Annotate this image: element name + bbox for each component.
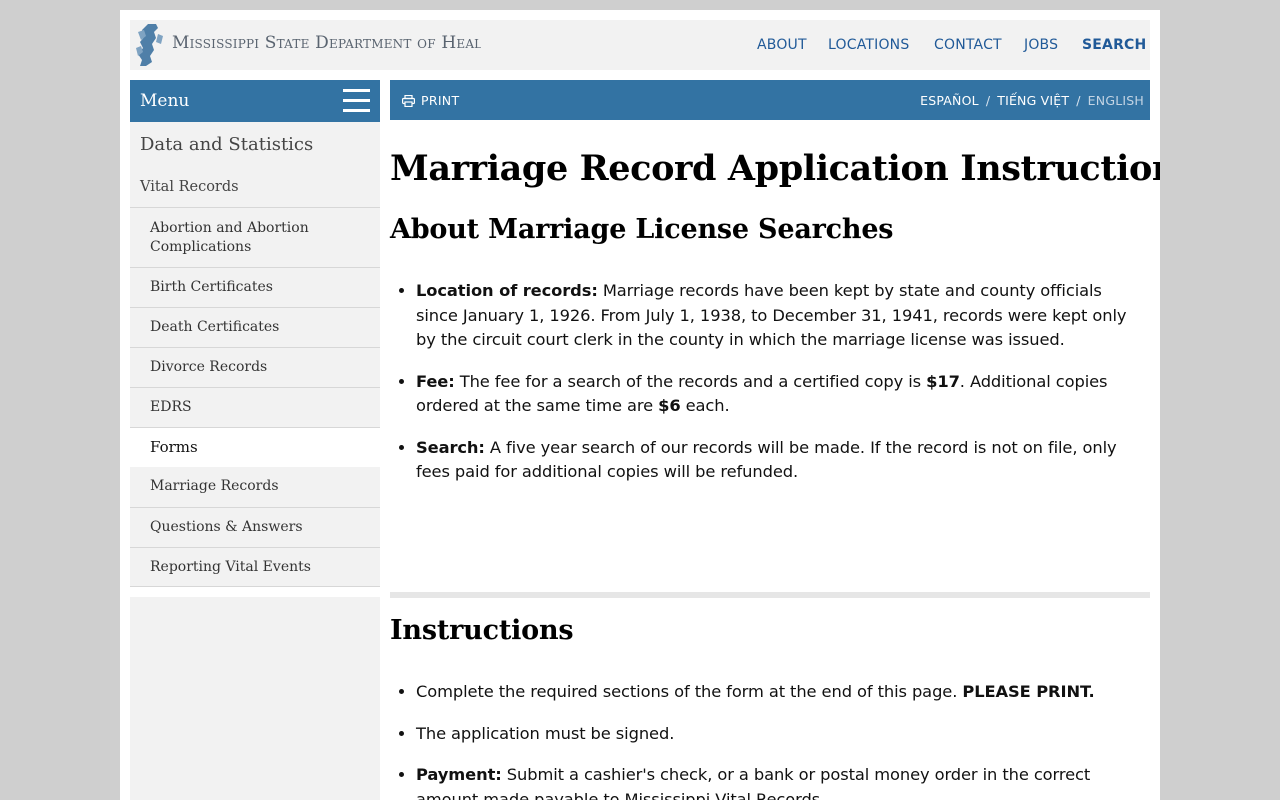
nav-about-link[interactable]: ABOUT <box>757 37 807 53</box>
sidebar-item-reporting-vital-events[interactable]: Reporting Vital Events <box>130 547 380 587</box>
sidebar-item-abortion[interactable]: Abortion and Abortion Complications <box>130 207 380 267</box>
sidebar-item-label: Complications <box>150 239 252 255</box>
sidebar-item-marriage-records[interactable]: Marriage Records <box>130 467 380 507</box>
item-label: Payment: <box>416 765 502 784</box>
sidebar-title[interactable]: Data and Statistics <box>140 134 313 155</box>
item-emphasis: PLEASE PRINT. <box>962 682 1095 701</box>
list-item-location: Location of records: Marriage records ha… <box>416 279 1146 353</box>
page-title: Marriage Record Application Instructions <box>390 148 1160 189</box>
sidebar-item-label: EDRS <box>150 399 192 415</box>
section-divider <box>390 592 1150 598</box>
instructions-heading: Instructions <box>390 615 574 646</box>
item-label: Location of records: <box>416 281 598 300</box>
item-label: Search: <box>416 437 485 457</box>
sidebar-item-forms[interactable]: Forms <box>130 427 380 467</box>
item-text: A five year search of our records will b… <box>416 437 1117 482</box>
menu-label: Menu <box>140 91 190 111</box>
nav-locations-link[interactable]: LOCATIONS <box>828 37 909 53</box>
item-text: The application must be signed. <box>416 723 675 743</box>
sidebar-item-label: Divorce Records <box>150 359 268 375</box>
list-item-search: Search: A five year search of our record… <box>416 436 1146 485</box>
sidebar-item-questions-answers[interactable]: Questions & Answers <box>130 507 380 547</box>
sidebar-nav: Data and Statistics Vital Records Aborti… <box>130 122 380 587</box>
fee-amount: $17 <box>926 371 960 391</box>
sidebar-item-label: Marriage Records <box>150 478 279 494</box>
sidebar-item-label: Forms <box>150 438 198 456</box>
sidebar-item-label: Questions & Answers <box>150 519 303 535</box>
page-toolbar: PRINT ESPAÑOL / TIẾNG VIỆT / ENGLISH <box>390 80 1150 120</box>
about-heading: About Marriage License Searches <box>390 214 894 245</box>
item-text: Complete the required sections of the fo… <box>416 682 963 701</box>
sidebar-item-label: Birth Certificates <box>150 279 273 295</box>
print-button[interactable]: PRINT <box>421 93 459 108</box>
sidebar-item-label: Abortion and Abortion <box>150 220 309 236</box>
item-label: Fee: <box>416 371 455 391</box>
sidebar-item-label: Reporting Vital Events <box>150 559 311 575</box>
sidebar-item-death-certificates[interactable]: Death Certificates <box>130 307 380 347</box>
printer-icon[interactable] <box>402 95 415 107</box>
language-switcher: ESPAÑOL / TIẾNG VIỆT / ENGLISH <box>920 93 1144 108</box>
language-english-current: ENGLISH <box>1087 93 1144 108</box>
language-espanol-link[interactable]: ESPAÑOL <box>920 93 979 108</box>
language-vietnamese-link[interactable]: TIẾNG VIỆT <box>997 93 1069 108</box>
extra-copy-fee: $6 <box>658 396 681 415</box>
item-text: Submit a cashier's check, or a bank or p… <box>416 765 1091 800</box>
list-item-fee: Fee: The fee for a search of the records… <box>416 370 1146 419</box>
mississippi-state-icon <box>136 24 163 66</box>
sidebar-item-divorce-records[interactable]: Divorce Records <box>130 347 380 387</box>
sidebar-item-label: Death Certificates <box>150 319 280 335</box>
nav-contact-link[interactable]: CONTACT <box>934 37 1002 53</box>
item-text: The fee for a search of the records and … <box>454 371 927 391</box>
sidebar-footer-panel <box>130 597 380 800</box>
sidebar-section-vital-records[interactable]: Vital Records <box>140 179 239 195</box>
sidebar-item-birth-certificates[interactable]: Birth Certificates <box>130 267 380 307</box>
site-name: Mississippi State Department of Health <box>172 33 501 53</box>
nav-jobs-link[interactable]: JOBS <box>1024 37 1058 53</box>
list-item-complete-form: Complete the required sections of the fo… <box>416 680 1146 705</box>
list-item-signed: The application must be signed. <box>416 722 1146 747</box>
list-item-payment: Payment: Submit a cashier's check, or a … <box>416 763 1146 800</box>
page: Mississippi State Department of Health A… <box>120 10 1160 800</box>
top-navigation: ABOUT LOCATIONS CONTACT JOBS SEARCH <box>481 20 1150 70</box>
language-separator: / <box>985 93 991 108</box>
instructions-list: Complete the required sections of the fo… <box>416 680 1146 800</box>
hamburger-menu-icon[interactable] <box>343 89 370 113</box>
about-list: Location of records: Marriage records ha… <box>416 279 1146 502</box>
site-logo[interactable]: Mississippi State Department of Health <box>130 20 500 70</box>
item-text: each. <box>680 396 730 415</box>
sidebar-divider <box>130 586 380 587</box>
sidebar-menu-bar[interactable]: Menu <box>130 80 380 122</box>
sidebar-item-edrs[interactable]: EDRS <box>130 387 380 427</box>
nav-search-link[interactable]: SEARCH <box>1082 37 1146 53</box>
language-separator: / <box>1076 93 1081 108</box>
